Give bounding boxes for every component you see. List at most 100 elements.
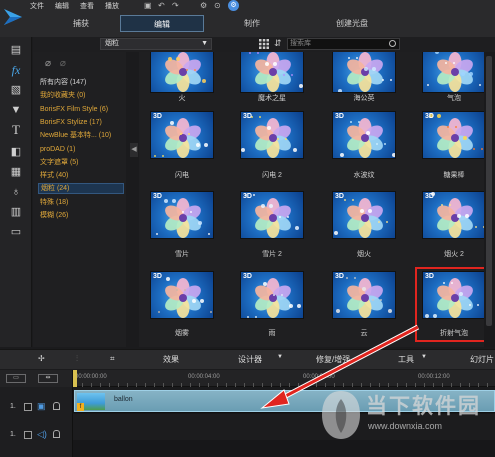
title-bar: 文件 编辑 查看 播放 ▣ ↶ ↷ ⚙ ⊙ ⚙ 捕获 编辑 制作 创建光盘: [0, 0, 495, 37]
magic-tool-icon[interactable]: ✢: [38, 354, 45, 363]
video-track[interactable]: f ballon: [73, 387, 495, 413]
fit-timeline-button[interactable]: ⇹: [38, 374, 58, 383]
playhead[interactable]: [73, 370, 77, 387]
category-item[interactable]: 特殊 (18): [38, 197, 124, 208]
effect-label: 闪电 2: [262, 172, 282, 179]
library-scrollbar[interactable]: [484, 52, 495, 347]
effect-label: 海公英: [353, 95, 375, 102]
category-item[interactable]: 烟粒 (24): [38, 183, 124, 195]
effect-thumbnail[interactable]: 3D: [332, 111, 396, 159]
menu-file[interactable]: 文件: [30, 1, 44, 12]
chapter-icon[interactable]: ▥: [9, 206, 23, 218]
timeline-ruler[interactable]: 00:00:00:00 00:00:04:00 00:00:08:00 00:0…: [73, 370, 495, 387]
category-item[interactable]: 所有内容 (147): [38, 77, 124, 88]
menu-view[interactable]: 查看: [80, 1, 94, 12]
category-item[interactable]: 模糊 (26): [38, 210, 124, 221]
fx-room-icon[interactable]: fx: [9, 64, 23, 76]
crop-icon[interactable]: ⌗: [110, 354, 115, 364]
add-category-icon[interactable]: ⌀: [45, 58, 51, 69]
effect-label: 水波纹: [353, 172, 375, 179]
scrollbar-thumb[interactable]: [486, 56, 492, 326]
badge-3d: 3D: [243, 113, 252, 120]
fx-badge-icon: f: [77, 403, 84, 411]
title-room-icon[interactable]: T: [9, 123, 23, 136]
badge-3d: 3D: [335, 273, 344, 280]
effect-thumbnail[interactable]: 3D: [422, 191, 484, 239]
effect-thumbnail[interactable]: 3D: [240, 271, 304, 319]
transition-room-icon[interactable]: ◧: [9, 146, 23, 158]
subtitle-icon[interactable]: ▭: [9, 226, 23, 238]
redo-icon[interactable]: ↷: [172, 1, 179, 11]
effect-label: 云: [360, 330, 368, 337]
audio-track-header: 1. ◁): [0, 423, 73, 449]
flower-preview-icon: [427, 52, 481, 92]
designer-chevron-icon[interactable]: ▼: [277, 354, 283, 360]
effect-thumbnail[interactable]: [240, 52, 304, 93]
category-item[interactable]: proDAD (1): [38, 144, 124, 155]
particle-room-icon[interactable]: ▼: [9, 104, 23, 116]
save-icon[interactable]: ▣: [144, 1, 152, 11]
effect-label: 气泡: [447, 95, 461, 102]
audio-track[interactable]: [73, 414, 495, 440]
effects-button[interactable]: 效果: [163, 354, 179, 365]
effect-thumbnail[interactable]: 3D: [240, 191, 304, 239]
effect-thumbnail[interactable]: 3D: [332, 271, 396, 319]
badge-3d: 3D: [243, 273, 252, 280]
category-item[interactable]: NewBlue 基本特... (10): [38, 130, 124, 141]
effect-thumbnail[interactable]: 3D: [422, 111, 484, 159]
effect-thumbnail[interactable]: 3D: [150, 271, 214, 319]
category-item[interactable]: BorisFX Stylize (17): [38, 117, 124, 128]
effect-label: 烟火 2: [444, 251, 464, 258]
track-enable-checkbox[interactable]: [24, 403, 32, 411]
effect-thumbnail[interactable]: [332, 52, 396, 93]
lock-icon[interactable]: [53, 402, 60, 410]
flower-preview-icon: [249, 52, 303, 92]
search-input[interactable]: 搜索库: [287, 38, 400, 50]
timeline-toolbar: ✢ ⫶ ⌗ 效果 设计器 ▼ 修复/增强 工具 ▼ 幻灯片: [0, 349, 495, 369]
flower-preview-icon: [165, 52, 206, 92]
menu-edit[interactable]: 编辑: [55, 1, 69, 12]
clip-name: ballon: [114, 396, 133, 403]
search-icon[interactable]: [389, 40, 396, 47]
pip-room-icon[interactable]: ▧: [9, 84, 23, 96]
category-item[interactable]: 我的收藏夹 (0): [38, 90, 124, 101]
effect-thumbnail[interactable]: [150, 52, 214, 93]
undo-icon[interactable]: ↶: [158, 1, 165, 11]
effect-thumbnail[interactable]: 3D: [240, 111, 304, 159]
category-item[interactable]: BorisFX Film Style (6): [38, 104, 124, 115]
audio-mix-icon[interactable]: ▦: [9, 166, 23, 178]
grid-view-icon[interactable]: [259, 39, 269, 49]
track-manager-button[interactable]: ▭: [6, 374, 26, 383]
remove-category-icon[interactable]: ⌀: [60, 58, 66, 69]
sort-icon[interactable]: ⇵: [274, 38, 282, 49]
video-clip[interactable]: f ballon: [74, 390, 495, 412]
settings-icon[interactable]: ⚙: [200, 1, 207, 11]
collapse-panel-button[interactable]: ◀: [130, 143, 138, 157]
tab-produce[interactable]: 制作: [204, 15, 300, 32]
voice-over-icon[interactable]: ♁: [9, 186, 23, 198]
designer-button[interactable]: 设计器: [238, 354, 262, 365]
effect-thumbnail[interactable]: 3D: [150, 111, 214, 159]
category-item[interactable]: 文字遮罩 (5): [38, 157, 124, 168]
menu-play[interactable]: 播放: [105, 1, 119, 12]
notification-icon[interactable]: ⚙: [228, 0, 239, 11]
track-enable-checkbox[interactable]: [24, 431, 32, 439]
effect-thumbnail[interactable]: [422, 52, 484, 93]
tab-create-disc[interactable]: 创建光盘: [300, 15, 404, 32]
tab-edit[interactable]: 编辑: [120, 15, 204, 32]
monitor-icon[interactable]: ⊙: [214, 1, 221, 11]
badge-3d: 3D: [153, 113, 162, 120]
category-dropdown[interactable]: 烟粒 ▼: [100, 38, 212, 50]
effect-label: 糖果棒: [443, 172, 465, 179]
effect-thumbnail[interactable]: 3D: [150, 191, 214, 239]
effect-thumbnail[interactable]: 3D: [332, 191, 396, 239]
category-item[interactable]: 样式 (40): [38, 170, 124, 181]
lock-icon[interactable]: [53, 430, 60, 438]
tools-button[interactable]: 工具: [398, 354, 414, 365]
tools-chevron-icon[interactable]: ▼: [421, 354, 427, 360]
slideshow-button[interactable]: 幻灯片: [470, 354, 494, 365]
split-icon[interactable]: ⫶: [76, 354, 78, 364]
media-room-icon[interactable]: ▤: [9, 44, 23, 56]
fix-enhance-button[interactable]: 修复/增强: [316, 354, 350, 365]
tab-capture[interactable]: 捕获: [42, 15, 120, 32]
